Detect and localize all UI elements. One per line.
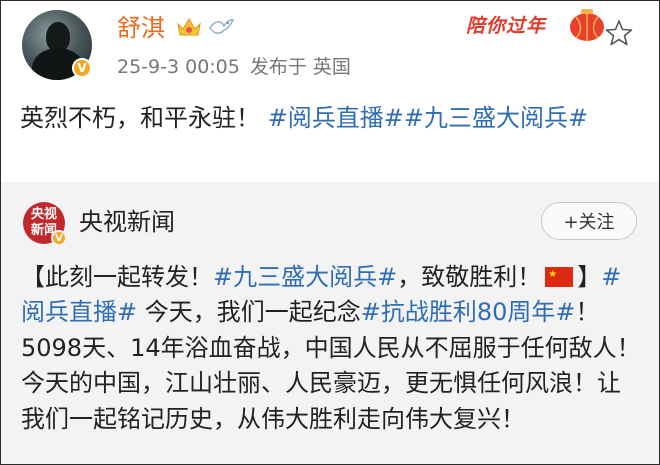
holiday-badge-text: 陪你过年 (466, 14, 547, 37)
star-icon[interactable] (604, 18, 634, 48)
topic-link[interactable]: #抗战胜利80周年# (361, 298, 576, 326)
dove-icon (209, 19, 235, 34)
china-flag-icon: ★ (545, 267, 574, 287)
post-location: 发布于 英国 (249, 56, 351, 78)
post-text-plain: 英烈不朽，和平永驻！ (20, 104, 260, 132)
repost-author-name[interactable]: 央视新闻 (79, 206, 175, 238)
topic-link[interactable]: #阅兵直播# (268, 104, 404, 132)
repost-card[interactable]: 央视新闻 V 央视新闻 +关注 【此刻一起转发！#九三盛大阅兵#，致敬胜利！ ★】… (1, 182, 659, 464)
topic-link[interactable]: #九三盛大阅兵# (213, 263, 397, 291)
verified-badge-icon: V (72, 58, 92, 78)
repost-text-part: 【此刻一起转发！ (21, 263, 213, 291)
verified-badge-icon: V (51, 230, 67, 246)
topic-link[interactable]: #九三盛大阅兵# (404, 104, 588, 132)
post-time: 25-9-3 00:05 (117, 56, 240, 78)
lantern-icon (570, 9, 604, 41)
crown-icon (177, 18, 201, 36)
post-meta: 25-9-3 00:05 发布于 英国 (117, 54, 351, 80)
repost-text-part: 】 (577, 263, 602, 291)
follow-button[interactable]: +关注 (541, 202, 637, 240)
repost-text-part: 今天，我们一起纪念 (137, 298, 361, 327)
repost-text-part: ，致敬胜利！ (397, 263, 542, 291)
holiday-badge[interactable]: 陪你过年 (466, 6, 606, 42)
post-text: 英烈不朽，和平永驻！ #阅兵直播##九三盛大阅兵# (20, 100, 640, 136)
username[interactable]: 舒淇 (117, 13, 165, 43)
repost-text: 【此刻一起转发！#九三盛大阅兵#，致敬胜利！ ★ 】#阅兵直播# 今天，我们一起纪念… (21, 260, 643, 437)
